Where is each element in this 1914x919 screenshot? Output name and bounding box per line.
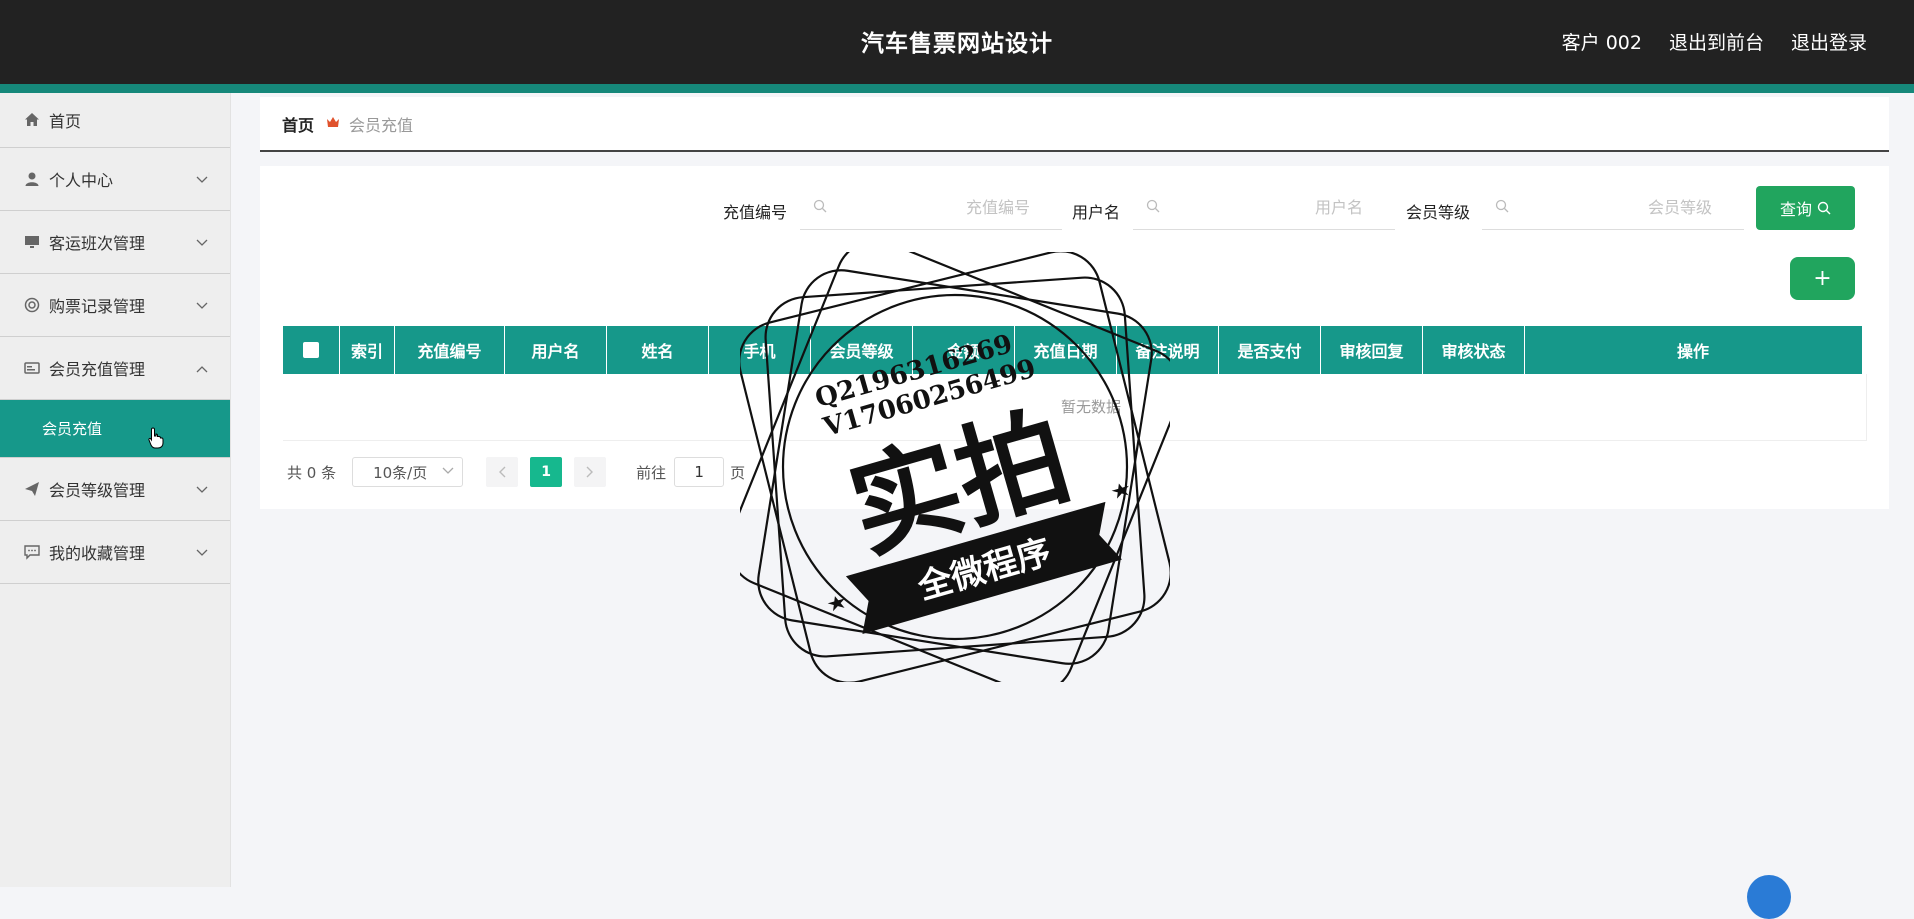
sidebar-item-label: 个人中心 <box>49 171 114 190</box>
paper-plane-icon <box>23 480 41 498</box>
search-icon <box>1817 201 1831 215</box>
column-header[interactable]: 姓名 <box>607 326 709 374</box>
username-field <box>1133 186 1395 230</box>
main-panel: 充值编号 用户名 会员等级 查询 + 索引 充 <box>260 166 1889 509</box>
header-accent-strip <box>0 84 1914 93</box>
chevron-down-icon <box>196 483 208 497</box>
breadcrumb-current: 会员充值 <box>349 115 414 135</box>
chat-icon <box>23 543 41 561</box>
breadcrumb-home[interactable]: 首页 <box>282 112 314 136</box>
column-header[interactable]: 会员等级 <box>811 326 913 374</box>
page-size-select[interactable]: 10条/页 <box>352 457 464 487</box>
sidebar-item-favorites[interactable]: 我的收藏管理 <box>0 521 230 584</box>
search-icon <box>1495 199 1509 217</box>
user-icon <box>23 170 41 188</box>
crown-icon <box>326 116 340 132</box>
recharge-no-field <box>800 186 1062 230</box>
column-header[interactable]: 审核状态 <box>1423 326 1525 374</box>
member-level-field <box>1482 186 1744 230</box>
prev-page-button[interactable] <box>486 457 519 487</box>
recharge-no-input[interactable] <box>888 197 1032 218</box>
column-header[interactable]: 用户名 <box>505 326 607 374</box>
column-header[interactable]: 是否支付 <box>1219 326 1321 374</box>
column-header[interactable]: 手机 <box>709 326 811 374</box>
select-all-checkbox[interactable] <box>303 342 319 358</box>
username-input[interactable] <box>1221 197 1365 218</box>
chevron-left-icon <box>499 466 506 478</box>
total-count: 共 0 条 <box>287 463 337 482</box>
sidebar-item-home[interactable]: 首页 <box>0 93 230 148</box>
watermark-ribbon: 全微程序 <box>913 532 1056 608</box>
sidebar-item-label: 客运班次管理 <box>49 234 146 253</box>
chevron-down-icon <box>196 173 208 187</box>
sidebar-item-label: 会员等级管理 <box>49 481 146 500</box>
next-page-button[interactable] <box>574 457 607 487</box>
sidebar-item-member-level[interactable]: 会员等级管理 <box>0 458 230 521</box>
username-label: 用户名 <box>1072 203 1121 222</box>
table-header: 索引 充值编号 用户名 姓名 手机 会员等级 金额 充值日期 备注说明 是否支付… <box>283 326 1862 374</box>
query-button-label: 查询 <box>1779 200 1812 219</box>
select-all-checkbox-cell[interactable] <box>283 326 340 374</box>
column-header[interactable]: 备注说明 <box>1117 326 1219 374</box>
column-header[interactable]: 金额 <box>913 326 1015 374</box>
sidebar-item-member-recharge[interactable]: 会员充值管理 <box>0 337 230 400</box>
page-suffix: 页 <box>730 463 746 482</box>
chevron-down-icon <box>196 299 208 313</box>
search-icon <box>1146 199 1160 217</box>
floating-action-circle[interactable] <box>1747 875 1791 919</box>
sidebar-item-ticket-records[interactable]: 购票记录管理 <box>0 274 230 337</box>
goto-page-input[interactable]: 1 <box>674 457 725 487</box>
sidebar-item-schedule-management[interactable]: 客运班次管理 <box>0 211 230 274</box>
page-number-current[interactable]: 1 <box>530 457 563 487</box>
hand-cursor-icon <box>148 427 164 449</box>
sidebar-item-label: 我的收藏管理 <box>49 544 146 563</box>
monitor-icon <box>23 233 41 251</box>
sidebar-item-label: 购票记录管理 <box>49 297 146 316</box>
chevron-up-icon <box>196 362 208 376</box>
column-header[interactable]: 充值日期 <box>1015 326 1117 374</box>
sidebar-subitem-member-recharge[interactable]: 会员充值 <box>0 400 230 458</box>
top-header: 汽车售票网站设计 客户 002 退出到前台 退出登录 <box>0 0 1914 84</box>
chevron-down-icon <box>442 464 454 478</box>
page-size-value: 10条/页 <box>373 463 428 482</box>
chevron-down-icon <box>196 236 208 250</box>
add-button[interactable]: + <box>1790 257 1855 300</box>
member-level-input[interactable] <box>1570 197 1714 218</box>
pagination: 共 0 条 10条/页 1 前往 1 页 <box>287 456 745 488</box>
logout-link[interactable]: 退出登录 <box>1791 28 1867 55</box>
breadcrumb: 首页 会员充值 <box>260 97 1889 152</box>
column-header[interactable]: 操作 <box>1525 326 1861 374</box>
goto-label: 前往 <box>636 463 667 482</box>
chevron-down-icon <box>196 546 208 560</box>
lifebuoy-icon <box>23 296 41 314</box>
chevron-right-icon <box>586 466 594 478</box>
search-form: 充值编号 用户名 会员等级 <box>260 186 1889 232</box>
sidebar-item-label: 会员充值管理 <box>49 360 146 379</box>
empty-text: 暂无数据 <box>1061 398 1122 416</box>
member-level-label: 会员等级 <box>1406 203 1471 222</box>
sidebar-item-label: 首页 <box>49 112 82 131</box>
card-icon <box>23 359 41 377</box>
recharge-no-label: 充值编号 <box>723 203 788 222</box>
user-area: 客户 002 退出到前台 退出登录 <box>1562 28 1867 55</box>
sidebar: 首页 个人中心 客运班次管理 购票记录管理 会员充值管理 会员充值 会员等级管理… <box>0 93 231 887</box>
query-button[interactable]: 查询 <box>1756 186 1855 230</box>
sidebar-item-personal-center[interactable]: 个人中心 <box>0 148 230 211</box>
sidebar-subitem-label: 会员充值 <box>42 420 103 438</box>
table-body: 暂无数据 <box>283 374 1867 441</box>
search-icon <box>813 199 827 217</box>
home-icon <box>23 111 41 129</box>
column-header[interactable]: 充值编号 <box>395 326 505 374</box>
current-user[interactable]: 客户 002 <box>1562 28 1642 55</box>
back-to-front-link[interactable]: 退出到前台 <box>1669 28 1764 55</box>
column-header[interactable]: 索引 <box>340 326 395 374</box>
column-header[interactable]: 审核回复 <box>1321 326 1423 374</box>
